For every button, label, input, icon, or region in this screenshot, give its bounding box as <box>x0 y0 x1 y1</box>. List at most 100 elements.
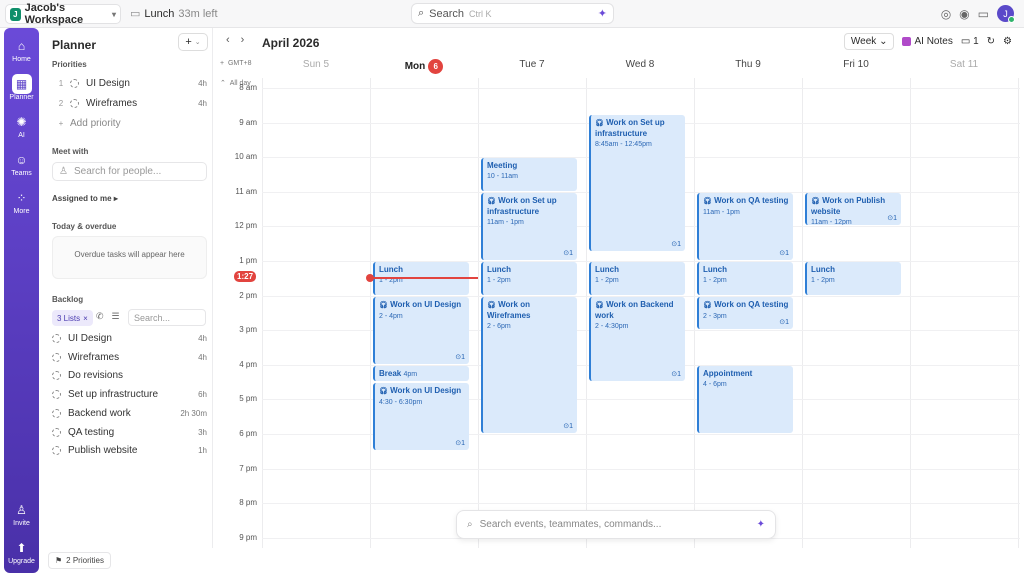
close-icon[interactable]: × <box>83 314 88 323</box>
day-column-divider <box>370 78 371 548</box>
backlog-item[interactable]: QA testing 3h <box>52 427 207 438</box>
task-circle-icon[interactable] <box>52 334 61 343</box>
calendar-event[interactable]: Appointment 4 - 6pm <box>697 365 793 433</box>
task-circle-icon[interactable] <box>52 427 61 437</box>
priorities-heading: Priorities <box>52 60 87 69</box>
calendar-event[interactable]: 🎧︎ Work on Set up infrastructure 11am - 1… <box>481 192 577 260</box>
event-title: Lunch <box>379 265 403 274</box>
invite-button[interactable]: ♙ Invite <box>4 500 39 527</box>
add-priority-button[interactable]: + Add priority <box>52 118 207 129</box>
calendar-event[interactable]: 🎧︎ Work on Backend work 2 - 4:30pm ⊙1 <box>589 296 685 382</box>
invite-icon: ♙ <box>16 503 27 517</box>
people-search-input[interactable]: ♙ Search for people... <box>52 162 207 181</box>
task-circle-icon[interactable] <box>52 390 61 400</box>
backlog-item[interactable]: UI Design 4h <box>52 333 207 344</box>
ai-notes-button[interactable]: AI Notes <box>902 36 953 47</box>
task-circle-icon[interactable] <box>70 79 79 88</box>
task-check-icon: ⊙1 <box>563 249 573 257</box>
refresh-icon[interactable]: ↻ <box>987 36 995 47</box>
assigned-label: Assigned to me <box>52 194 112 203</box>
backlog-item[interactable]: Do revisions <box>52 370 207 381</box>
chevron-left-icon[interactable]: ‹ <box>226 34 230 46</box>
priority-item[interactable]: 1 UI Design 4h <box>52 78 207 89</box>
day-label: Thu 9 <box>735 59 761 70</box>
phone-icon[interactable]: ✆ <box>96 311 104 322</box>
event-time: 1 - 2pm <box>595 277 619 284</box>
rail-item-more[interactable]: ⁘ More <box>4 188 39 215</box>
day-header[interactable]: Sat 11 <box>910 56 1018 76</box>
ai-sparkle-icon[interactable]: ✦ <box>757 519 765 530</box>
task-circle-icon[interactable] <box>52 371 61 381</box>
task-circle-icon[interactable] <box>70 99 79 108</box>
filter-icon[interactable]: ☰ <box>112 311 120 322</box>
calendar-count: 1 <box>973 36 979 47</box>
rail-item-teams[interactable]: ☺ Teams <box>4 150 39 177</box>
check-circle-icon[interactable]: ◎ <box>941 7 951 21</box>
task-check-icon: ⊙1 <box>779 249 789 257</box>
day-header[interactable]: Mon 6 <box>370 56 478 76</box>
task-circle-icon[interactable] <box>52 408 61 418</box>
event-time: 1 - 2pm <box>811 277 835 284</box>
calendars-button[interactable]: ▭ 1 <box>961 36 979 47</box>
backlog-item-name: Do revisions <box>68 370 124 382</box>
day-header[interactable]: Thu 9 <box>694 56 802 76</box>
gear-icon[interactable]: ⚙ <box>1003 36 1012 47</box>
backlog-item[interactable]: Publish website 1h <box>52 445 207 456</box>
calendar-event[interactable]: Lunch 1 - 2pm <box>589 262 685 295</box>
backlog-item[interactable]: Wireframes 4h <box>52 352 207 363</box>
current-event[interactable]: ▭ Lunch 33m left <box>130 7 218 21</box>
upgrade-button[interactable]: ⬆ Upgrade <box>4 538 39 565</box>
task-circle-icon[interactable] <box>52 446 61 456</box>
teams-icon: ☺ <box>15 153 28 167</box>
global-search[interactable]: ⌕ Search Ctrl K ✦ <box>411 3 614 24</box>
view-selector[interactable]: Week ⌄ <box>843 33 895 50</box>
rail-item-planner[interactable]: ▦ Planner <box>4 74 39 101</box>
calendar-event[interactable]: 🎧︎ Work on Wireframes 2 - 6pm ⊙1 <box>481 296 577 433</box>
assigned-to-me-toggle[interactable]: Assigned to me ▸ <box>52 194 118 203</box>
calendar-event[interactable]: 🎧︎ Work on QA testing 2 - 3pm ⊙1 <box>697 296 793 330</box>
event-title: Appointment <box>703 368 753 378</box>
calendar-event[interactable]: Lunch 1 - 2pm <box>805 262 901 295</box>
calendar-event[interactable]: Meeting 10 - 11am <box>481 158 577 191</box>
calendar-event[interactable]: 🎧︎ Work on Set up infrastructure 8:45am -… <box>589 114 685 252</box>
calendar-event[interactable]: 🎧︎ Work on Publish website 11am - 12pm ⊙1 <box>805 192 901 226</box>
video-icon[interactable]: ▭ <box>978 7 989 21</box>
chevron-right-icon[interactable]: › <box>241 34 245 46</box>
current-time-badge: 1:27 <box>234 270 256 282</box>
search-icon: ⌕ <box>418 7 425 19</box>
task-circle-icon[interactable] <box>52 352 61 362</box>
calendar-event[interactable]: Lunch 1 - 2pm <box>481 262 577 295</box>
day-header[interactable]: Fri 10 <box>802 56 910 76</box>
backlog-item[interactable]: Set up infrastructure 6h <box>52 389 207 400</box>
search-placeholder: Search <box>429 7 465 20</box>
day-header[interactable]: Sun 5 <box>262 56 370 76</box>
day-column-divider <box>478 78 479 548</box>
rail-item-home[interactable]: ⌂ Home <box>4 36 39 63</box>
time-grid[interactable]: 8 am 9 am 10 am 11 am 12 pm 1 pm 2 pm 3 pm 4 pm 5… <box>234 78 1020 548</box>
workspace-switcher[interactable]: J Jacob's Workspace ▾ <box>5 2 121 26</box>
ai-sparkle-icon[interactable]: ✦ <box>598 7 607 20</box>
calendar-event[interactable]: Lunch 1 - 2pm <box>697 262 793 295</box>
add-button[interactable]: + ⌄ <box>178 33 208 51</box>
backlog-item[interactable]: Backend work 2h 30m <box>52 408 207 419</box>
workspace-avatar: J <box>10 7 21 21</box>
user-avatar[interactable]: J <box>997 5 1015 23</box>
lists-filter-badge[interactable]: 3 Lists × <box>52 310 93 326</box>
day-header[interactable]: Tue 7 <box>478 56 586 76</box>
command-search-bar[interactable]: ⌕ Search events, teammates, commands... … <box>456 510 776 539</box>
calendar-event[interactable]: Break 4pm <box>373 365 469 382</box>
calendar-event[interactable]: 🎧︎ Work on UI Design 4:30 - 6:30pm ⊙1 <box>373 383 469 451</box>
backlog-search-input[interactable]: Search... <box>128 309 206 326</box>
time-label: 1 pm <box>239 256 257 265</box>
event-title: Work on UI Design <box>390 299 462 309</box>
chevron-down-icon: ▾ <box>111 9 116 19</box>
calendar-event[interactable]: 🎧︎ Work on QA testing 11am - 1pm ⊙1 <box>697 192 793 260</box>
rail-item-ai[interactable]: ✺ AI <box>4 112 39 139</box>
day-header[interactable]: Wed 8 <box>586 56 694 76</box>
calendar-event[interactable]: 🎧︎ Work on UI Design 2 - 4pm ⊙1 <box>373 296 469 364</box>
priority-item[interactable]: 2 Wireframes 4h <box>52 98 207 109</box>
record-icon[interactable]: ◉ <box>959 7 969 21</box>
timezone-label[interactable]: + GMT+8 <box>220 60 252 67</box>
task-count: 1 <box>569 422 573 430</box>
priorities-footer-button[interactable]: ⚑ 2 Priorities <box>48 552 111 569</box>
